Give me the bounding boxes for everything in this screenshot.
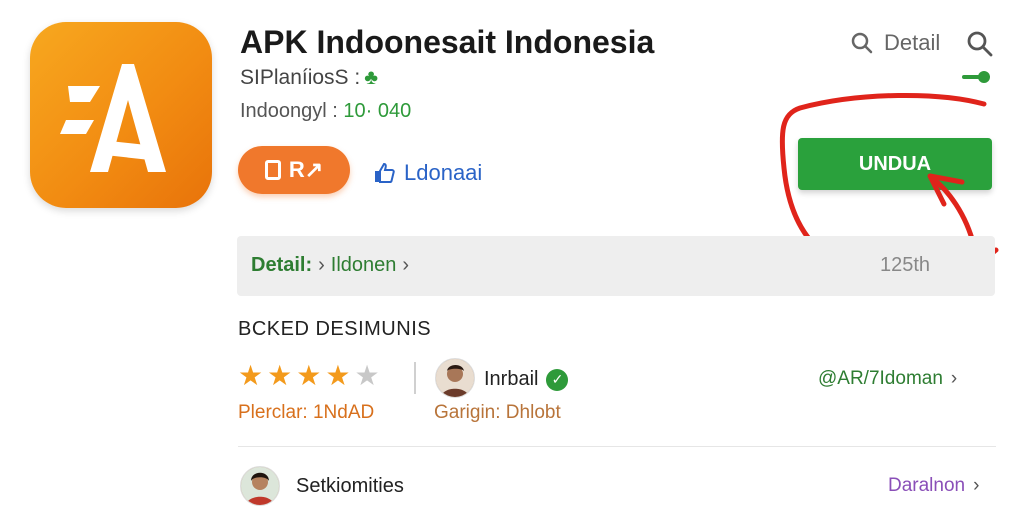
app-logo-icon bbox=[60, 64, 166, 172]
app-meta-label: Indoongyl : bbox=[240, 100, 344, 122]
download-button[interactable]: UNDUA bbox=[798, 138, 992, 190]
like-link[interactable]: Ldonaai bbox=[372, 160, 482, 186]
reviewer-name: Setkiomities bbox=[296, 475, 404, 497]
star-icon: ★ bbox=[238, 360, 264, 391]
chevron-right-icon: › bbox=[318, 254, 325, 276]
toggle-icon[interactable] bbox=[962, 70, 992, 84]
star-empty-icon: ★ bbox=[354, 360, 380, 391]
section-title: BCKED DESIMUNIS bbox=[238, 318, 432, 340]
chevron-right-icon: › bbox=[950, 368, 958, 389]
detail-top-label: Detail bbox=[884, 30, 941, 55]
rating-caption: Plerclar: 1NdAD bbox=[238, 402, 375, 423]
search-icon bbox=[851, 32, 873, 54]
thumbs-up-icon bbox=[375, 162, 395, 183]
rating-stars: ★ ★ ★ ★ ★ bbox=[238, 362, 380, 390]
search-icon bbox=[967, 31, 993, 57]
document-icon bbox=[264, 160, 281, 180]
like-link-label: Ldonaai bbox=[404, 160, 483, 185]
app-meta-value: 10· 040 bbox=[343, 100, 412, 122]
developer-name[interactable]: Inrbail ✓ bbox=[484, 368, 569, 391]
star-icon: ★ bbox=[296, 360, 322, 391]
app-subtitle: SIPlaníiosS : ♣ bbox=[240, 66, 378, 90]
review-link[interactable]: Daralnon › bbox=[888, 475, 979, 497]
leaf-icon: ♣ bbox=[364, 66, 379, 89]
app-icon bbox=[30, 22, 212, 208]
review-link-text: Daralnon bbox=[888, 475, 966, 496]
chevron-right-icon: › bbox=[973, 475, 980, 496]
detail-search-link[interactable]: Detail bbox=[850, 30, 940, 56]
developer-link-text: @AR/7Idoman bbox=[818, 368, 943, 389]
person-icon bbox=[241, 467, 279, 505]
search-button[interactable] bbox=[966, 30, 994, 63]
person-icon bbox=[436, 359, 474, 397]
developer-caption: Garigin: Dhlobt bbox=[434, 402, 561, 423]
chevron-right-icon: › bbox=[402, 254, 410, 276]
developer-name-text: Inrbail bbox=[484, 368, 539, 390]
detail-breadcrumb: Detail: › Ildonen › bbox=[251, 254, 415, 277]
developer-avatar[interactable] bbox=[435, 358, 475, 398]
app-subtitle-text: SIPlaníiosS : bbox=[240, 66, 361, 89]
verified-icon: ✓ bbox=[546, 368, 569, 391]
detail-bar-crumb: Ildonen bbox=[330, 254, 397, 276]
app-title: APK Indoonesait Indonesia bbox=[240, 24, 655, 60]
divider bbox=[414, 362, 416, 394]
detail-bar-size: 125th bbox=[880, 254, 931, 276]
share-pill-button[interactable]: R↗ bbox=[238, 146, 350, 194]
detail-bar[interactable]: Detail: › Ildonen › 125th bbox=[237, 236, 995, 296]
reviewer-avatar[interactable] bbox=[240, 466, 280, 506]
developer-link[interactable]: @AR/7Idoman › bbox=[818, 368, 957, 390]
divider bbox=[238, 446, 996, 447]
star-icon: ★ bbox=[267, 360, 293, 391]
detail-bar-label: Detail: bbox=[251, 254, 313, 276]
share-pill-label: R↗ bbox=[288, 157, 324, 182]
star-icon: ★ bbox=[325, 360, 351, 391]
app-meta: Indoongyl : 10· 040 bbox=[240, 100, 411, 123]
